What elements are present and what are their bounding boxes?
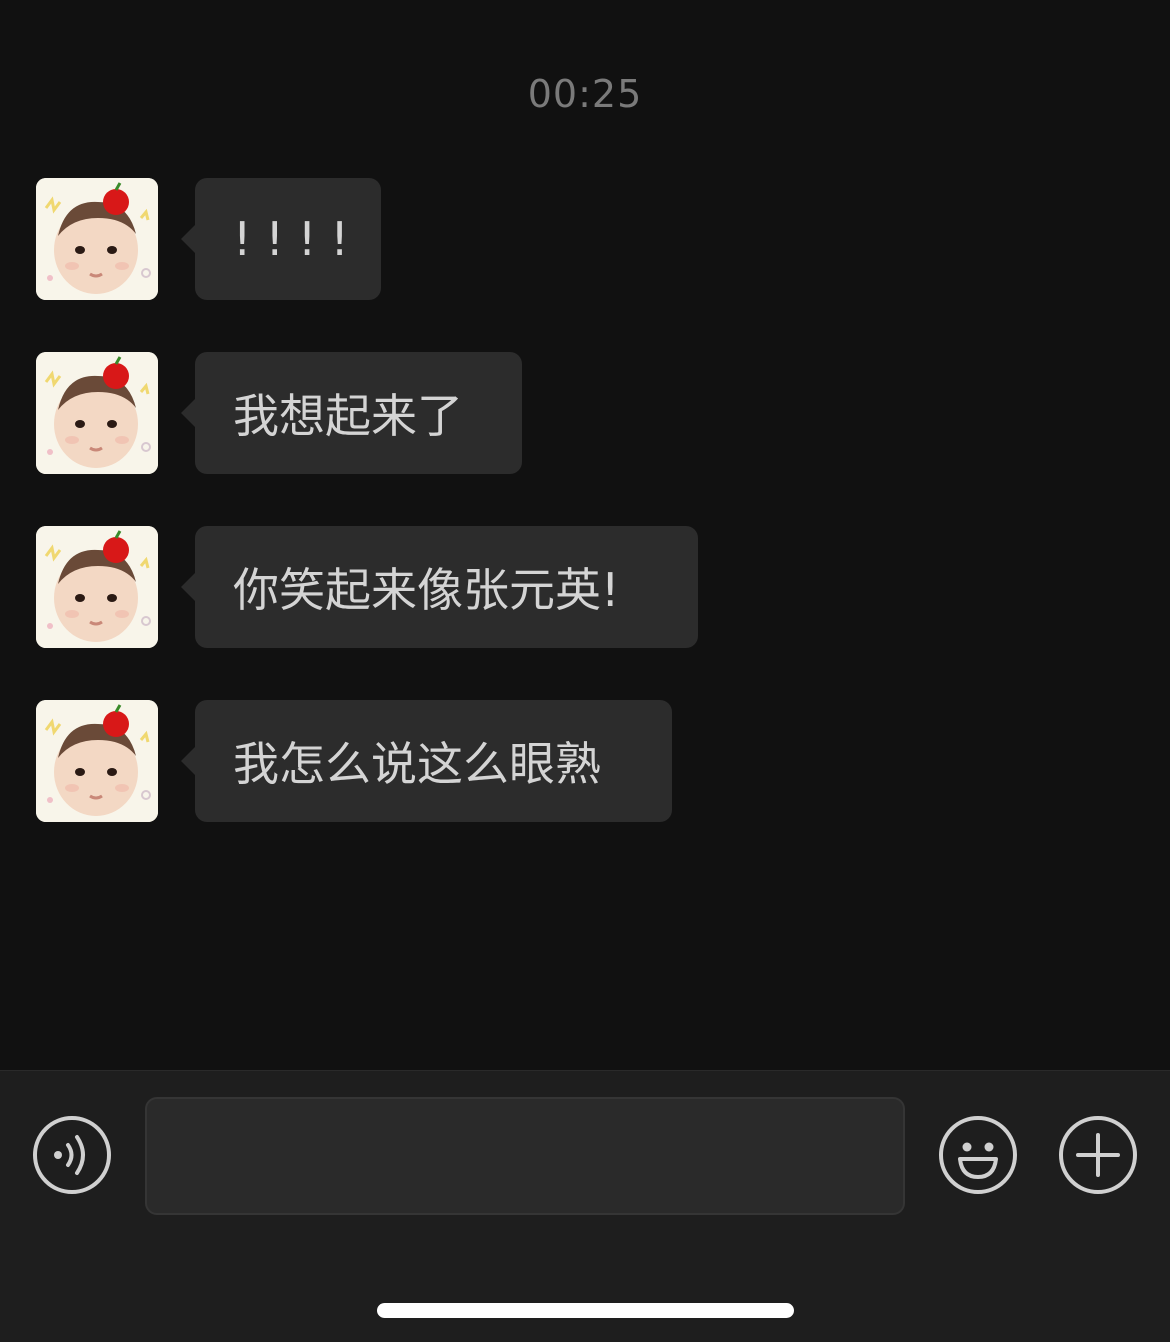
- baby-face-avatar-image: [36, 526, 158, 648]
- baby-face-avatar-image: [36, 178, 158, 300]
- contact-avatar[interactable]: [36, 178, 158, 300]
- contact-avatar[interactable]: [36, 700, 158, 822]
- baby-face-avatar-image: [36, 352, 158, 474]
- plus-icon: [1059, 1116, 1137, 1194]
- message-bubble[interactable]: 你笑起来像张元英!: [181, 526, 698, 648]
- baby-face-avatar-image: [36, 700, 158, 822]
- contact-avatar[interactable]: [36, 526, 158, 648]
- emoji-icon: [939, 1116, 1017, 1194]
- home-indicator[interactable]: [377, 1303, 794, 1318]
- message-bubble[interactable]: 我怎么说这么眼熟: [181, 700, 672, 822]
- chat-area[interactable]: 00:25 !!!! 我想起来了 你笑起来像张元英! 我怎么说这么眼熟: [0, 0, 1170, 1070]
- emoji-button[interactable]: [938, 1115, 1018, 1195]
- contact-avatar[interactable]: [36, 352, 158, 474]
- voice-icon: [33, 1116, 111, 1194]
- more-button[interactable]: [1058, 1115, 1138, 1195]
- message-bubble[interactable]: 我想起来了: [181, 352, 522, 474]
- voice-button[interactable]: [32, 1115, 112, 1195]
- message-input[interactable]: [145, 1097, 905, 1215]
- message-timestamp: 00:25: [527, 72, 643, 116]
- input-toolbar: [0, 1070, 1170, 1342]
- message-bubble[interactable]: !!!!: [181, 178, 381, 300]
